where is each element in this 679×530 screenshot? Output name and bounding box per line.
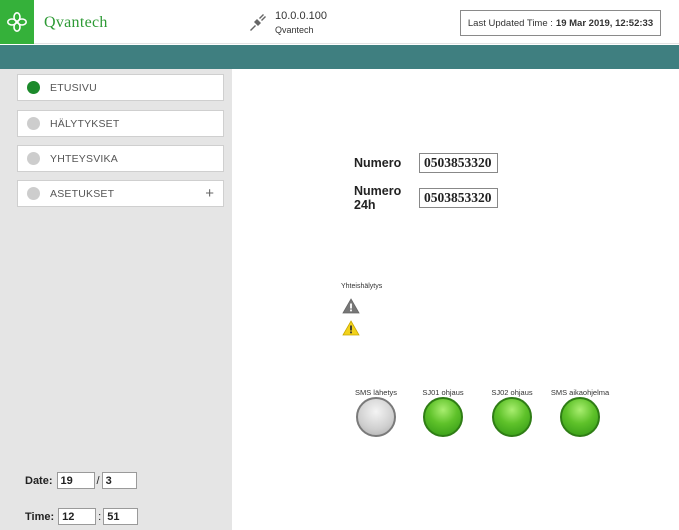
indicator-sj02-ohjaus[interactable] xyxy=(492,397,532,437)
numero-label: Numero xyxy=(354,156,402,170)
logo-icon[interactable] xyxy=(0,0,34,44)
date-label: Date: xyxy=(25,474,53,487)
sidebar-item-label: ETUSIVU xyxy=(50,81,97,94)
indicator-sms-lahetys[interactable] xyxy=(356,397,396,437)
status-dot-icon xyxy=(27,187,40,200)
time-label: Time: xyxy=(25,510,55,523)
date-separator: / xyxy=(96,474,100,487)
date-row: Date: 19 / 3 xyxy=(25,472,137,489)
time-row: Time: 12 : 51 xyxy=(25,508,139,525)
numero24-field[interactable]: 0503853320 xyxy=(419,188,498,208)
sidebar-item-halytykset[interactable]: HÄLYTYKSET xyxy=(17,110,224,137)
status-dot-icon xyxy=(27,152,40,165)
sidebar-item-label: ASETUKSET xyxy=(50,187,115,200)
brand-name: Qvantech xyxy=(44,14,108,31)
date-month-field[interactable]: 3 xyxy=(101,472,137,489)
numero24-label-line1: Numero xyxy=(354,184,402,198)
sidebar-item-asetukset[interactable]: ASETUKSET + xyxy=(17,180,224,207)
sidebar-item-label: HÄLYTYKSET xyxy=(50,117,120,130)
time-minute-field[interactable]: 51 xyxy=(103,508,139,525)
indicator-label-sj02: SJ02 ohjaus xyxy=(491,388,533,397)
indicator-label-sms-aikaohjelma: SMS aikaohjelma xyxy=(550,388,610,397)
yhteishalytys-label: Yhteishälytys xyxy=(341,283,383,290)
indicator-sms-aikaohjelma[interactable] xyxy=(560,397,600,437)
numero24-label: Numero 24h xyxy=(354,184,401,212)
time-separator: : xyxy=(98,510,102,523)
last-updated-box: Last Updated Time : 19 Mar 2019, 12:52:3… xyxy=(460,10,661,36)
plug-icon xyxy=(250,14,266,31)
sidebar-item-label: YHTEYSVIKA xyxy=(50,152,118,165)
header: Qvantech 10.0.0.100 Qvantech Last Update… xyxy=(0,0,679,44)
top-bar xyxy=(0,45,679,69)
warning-gray-icon[interactable] xyxy=(342,298,360,314)
warning-yellow-icon[interactable] xyxy=(342,320,360,336)
last-updated-value: 19 Mar 2019, 12:52:33 xyxy=(555,17,654,29)
device-host: Qvantech xyxy=(275,25,314,35)
indicator-label-sms-lahetys: SMS lähetys xyxy=(354,388,398,397)
expand-plus-icon[interactable]: + xyxy=(205,185,214,202)
date-day-field[interactable]: 19 xyxy=(56,472,95,489)
sidebar-item-etusivu[interactable]: ETUSIVU xyxy=(17,74,224,101)
status-dot-icon xyxy=(27,81,40,94)
sidebar-item-yhteysvika[interactable]: YHTEYSVIKA xyxy=(17,145,224,172)
indicator-sj01-ohjaus[interactable] xyxy=(423,397,463,437)
numero24-label-line2: 24h xyxy=(354,198,376,212)
time-hour-field[interactable]: 12 xyxy=(58,508,97,525)
status-dot-icon xyxy=(27,117,40,130)
indicator-label-sj01: SJ01 ohjaus xyxy=(422,388,464,397)
sidebar: ETUSIVU HÄLYTYKSET YHTEYSVIKA ASETUKSET … xyxy=(0,69,232,530)
last-updated-label: Last Updated Time : xyxy=(467,17,553,29)
flower-logo-icon xyxy=(7,12,27,32)
numero-field[interactable]: 0503853320 xyxy=(419,153,498,173)
device-ip: 10.0.0.100 xyxy=(275,10,327,22)
